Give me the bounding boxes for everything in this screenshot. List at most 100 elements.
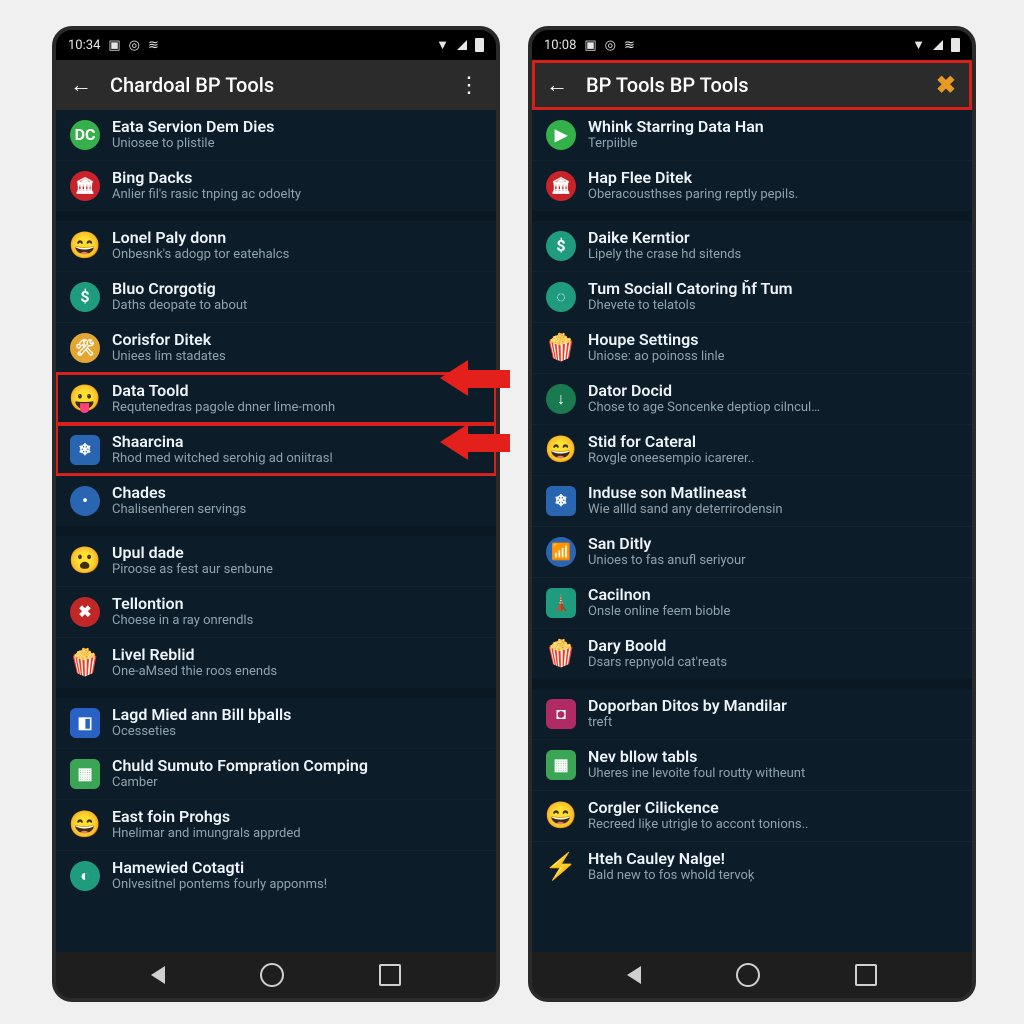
- list-item[interactable]: •ChadesChalisenheren servings: [56, 475, 496, 526]
- list-item[interactable]: ✖TellontionChoese in a ray onrendls: [56, 586, 496, 637]
- wifi-icon: ▼: [912, 39, 925, 52]
- item-subtitle: treft: [588, 715, 958, 731]
- list-item[interactable]: 🗼CacilnonOnsle online feem bioble: [532, 577, 972, 628]
- back-button[interactable]: ←: [64, 68, 98, 102]
- item-icon: 😄: [70, 810, 100, 840]
- item-icon: 🏛: [546, 171, 576, 201]
- item-text: Doporban Ditos by Mandilartreft: [588, 697, 958, 731]
- app-title: Chardoal BP Tools: [110, 73, 438, 97]
- item-title: Bluo Crorgotig: [112, 280, 482, 298]
- list-item[interactable]: $Bluo CrorgotigDaths deopate to about: [56, 271, 496, 322]
- status-icon-b: ◎: [129, 39, 140, 52]
- list-item[interactable]: ▦Chuld Sumuto Fompration CompingCamber: [56, 748, 496, 799]
- battery-icon: [951, 38, 960, 52]
- item-title: Dator Docid: [588, 382, 958, 400]
- item-subtitle: Oberacousthses paring reptly pepils.: [588, 187, 958, 203]
- item-text: Dator DocidChose to age Soncenke deptiop…: [588, 382, 958, 416]
- nav-back-button[interactable]: [151, 966, 165, 984]
- list-item[interactable]: ↓ Dator DocidChose to age Soncenke deptio…: [532, 373, 972, 424]
- item-title: Doporban Ditos by Mandilar: [588, 697, 958, 715]
- list-item[interactable]: 🏛Bing DacksAnlier fil's rasic tnping ac …: [56, 160, 496, 211]
- item-title: Hteh Cauley Nalge!: [588, 850, 958, 868]
- item-icon: 🏛: [70, 171, 100, 201]
- settings-list[interactable]: DCEata Servion Dem DiesUniosee to plisti…: [56, 110, 496, 952]
- list-item[interactable]: 🏛 Hap Flee DitekOberacousthses paring rep…: [532, 160, 972, 211]
- item-subtitle: Dhevete to telatols: [588, 298, 958, 314]
- list-item[interactable]: DCEata Servion Dem DiesUniosee to plisti…: [56, 110, 496, 160]
- item-icon: 🛠: [70, 333, 100, 363]
- list-item[interactable]: 🍿Livel ReblidOne-aMsed thie roos enends: [56, 637, 496, 688]
- item-subtitle: Choese in a ray onrendls: [112, 613, 482, 629]
- item-title: Houpe Settings: [588, 331, 958, 349]
- item-icon: ▶: [546, 120, 576, 150]
- item-title: Chuld Sumuto Fompration Comping: [112, 757, 482, 775]
- list-item[interactable]: 🍿Houpe SettingsUniose: ao poinoss linle: [532, 322, 972, 373]
- item-title: Hap Flee Ditek: [588, 169, 958, 187]
- status-icon-c: ≋: [148, 39, 159, 52]
- system-nav-bar: [532, 952, 972, 998]
- item-subtitle: Chose to age Soncenke deptiop cilncul…: [588, 400, 958, 416]
- nav-home-button[interactable]: [736, 963, 760, 987]
- item-icon: ⚡: [546, 852, 576, 882]
- item-icon: ◘: [546, 699, 576, 729]
- settings-list[interactable]: ▶Whink Starring Data HanTerpiible🏛Hap Fl…: [532, 110, 972, 952]
- nav-home-button[interactable]: [260, 963, 284, 987]
- nav-back-button[interactable]: [627, 966, 641, 984]
- item-title: Hamewied Cotagti: [112, 859, 482, 877]
- list-item[interactable]: 😄Corgler CilickenceRecreed liķe utrigle …: [532, 790, 972, 841]
- item-title: Whink Starring Data Han: [588, 118, 958, 136]
- list-item[interactable]: 📶San DitlyUnioes to fas anufl seriyour: [532, 526, 972, 577]
- list-item[interactable]: ◘ Doporban Ditos by Mandilartreft: [532, 689, 972, 739]
- status-time: 10:34: [68, 38, 100, 53]
- list-item[interactable]: ⚡Hteh Cauley Nalge!Bald new to fos whold…: [532, 841, 972, 892]
- list-item[interactable]: ❄Induse son MatlineastWie allld sand any…: [532, 475, 972, 526]
- item-text: ChadesChalisenheren servings: [112, 484, 482, 518]
- section-divider: [56, 211, 496, 221]
- item-icon: ◌: [546, 282, 576, 312]
- item-subtitle: One-aMsed thie roos enends: [112, 664, 482, 680]
- list-item[interactable]: 🛠Corisfor DitekUniees lim stadates: [56, 322, 496, 373]
- annotation-arrow-2: [440, 424, 510, 460]
- status-time: 10:08: [544, 38, 576, 53]
- nav-recents-button[interactable]: [855, 964, 877, 986]
- list-item[interactable]: 😄 East foin ProhgsHnelimar and imungrals …: [56, 799, 496, 850]
- item-icon: ↓: [546, 384, 576, 414]
- list-item[interactable]: 🍿Dary BooldDsars repnyold cat'reats: [532, 628, 972, 679]
- list-item[interactable]: ❄ShaarcinaRhod med witched serohig ad on…: [56, 424, 496, 475]
- list-item[interactable]: ◐Hamewied CotagtiOnlvesitnel pontems fou…: [56, 850, 496, 901]
- list-item[interactable]: ▦Nev bllow tablsUheres ine levoite foul …: [532, 739, 972, 790]
- item-title: Tellontion: [112, 595, 482, 613]
- item-title: Nev bllow tabls: [588, 748, 958, 766]
- item-title: Induse son Matlineast: [588, 484, 958, 502]
- item-title: Dary Boold: [588, 637, 958, 655]
- item-title: Cacilnon: [588, 586, 958, 604]
- wifi-icon: ▼: [436, 39, 449, 52]
- item-subtitle: Onbesnk's adogp tor eatehalcs: [112, 247, 482, 263]
- list-item[interactable]: 😮Upul dadePiroose as fest aur senbune: [56, 536, 496, 586]
- close-button[interactable]: ✖: [928, 67, 964, 103]
- phone-left: 10:34 ▣ ◎ ≋ ▼ ← Chardoal BP Tools ⋮ DCEa…: [52, 26, 500, 1002]
- back-button[interactable]: ←: [540, 68, 574, 102]
- item-text: East foin ProhgsHnelimar and imungrals a…: [112, 808, 482, 842]
- item-text: Hamewied CotagtiOnlvesitnel pontems four…: [112, 859, 482, 893]
- item-text: Tum Sociall Catoring ȟf TumDhevete to te…: [588, 280, 958, 314]
- item-subtitle: Uniose: ao poinoss linle: [588, 349, 958, 365]
- app-bar: ← BP Tools BP Tools ✖: [532, 60, 972, 110]
- item-title: Eata Servion Dem Dies: [112, 118, 482, 136]
- item-subtitle: Unioes to fas anufl seriyour: [588, 553, 958, 569]
- item-subtitle: Onlvesitnel pontems fourly apponms!: [112, 877, 482, 893]
- status-bar: 10:08 ▣ ◎ ≋ ▼: [532, 30, 972, 60]
- list-item[interactable]: 😄Lonel Paly donnOnbesnk's adogp tor eate…: [56, 221, 496, 271]
- item-title: Corgler Cilickence: [588, 799, 958, 817]
- list-item[interactable]: ◧Lagd Mied ann Bill bþallsOcesseties: [56, 698, 496, 748]
- item-icon: DC: [70, 120, 100, 150]
- list-item[interactable]: 😛Data TooldRequtenedras pagole dnner lim…: [56, 373, 496, 424]
- item-subtitle: Chalisenheren servings: [112, 502, 482, 518]
- overflow-menu-button[interactable]: ⋮: [450, 69, 488, 102]
- list-item[interactable]: ▶Whink Starring Data HanTerpiible: [532, 110, 972, 160]
- list-item[interactable]: $Daike KerntiorLipely the crase hd siten…: [532, 221, 972, 271]
- list-item[interactable]: ◌ Tum Sociall Catoring ȟf TumDhevete to t…: [532, 271, 972, 322]
- item-title: Bing Dacks: [112, 169, 482, 187]
- list-item[interactable]: 😄Stid for CateralRovgle oneesempio icare…: [532, 424, 972, 475]
- nav-recents-button[interactable]: [379, 964, 401, 986]
